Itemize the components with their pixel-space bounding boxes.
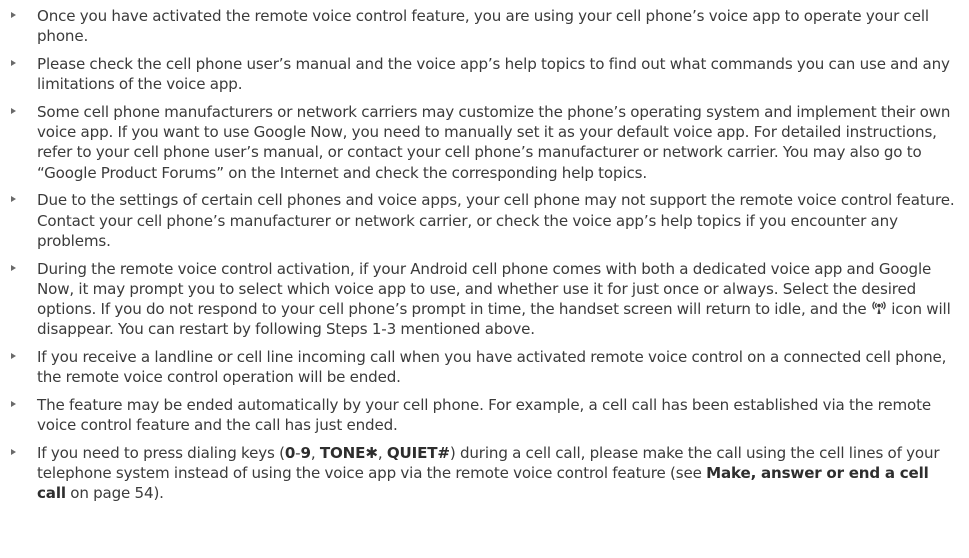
key-digits-end: 9 (300, 444, 311, 463)
remote-voice-control-icon (871, 300, 887, 315)
bullet-arrow-icon (11, 12, 16, 18)
separator: , (377, 444, 387, 463)
bullet-arrow-icon (11, 449, 16, 456)
tone-key-label: TONE (319, 444, 366, 463)
bullet-arrow-icon (11, 108, 16, 114)
list-item: Please check the cell phone user’s manua… (0, 54, 969, 94)
separator: , (310, 444, 320, 463)
note-text: Please check the cell phone user’s manua… (37, 55, 950, 94)
bullet-arrow-icon (11, 60, 16, 66)
note-text: Due to the settings of certain cell phon… (37, 191, 955, 250)
list-item: Some cell phone manufacturers or network… (0, 102, 969, 183)
list-item: If you need to press dialing keys (0-9, … (0, 443, 969, 504)
bullet-arrow-icon (11, 196, 16, 203)
bullet-arrow-icon (11, 401, 16, 408)
quiet-key-label: QUIET# (386, 444, 450, 463)
note-text: Some cell phone manufacturers or network… (37, 103, 951, 182)
list-item: If you receive a landline or cell line i… (0, 347, 969, 387)
note-text: If you need to press dialing keys ( (37, 444, 285, 463)
bullet-arrow-icon (11, 353, 16, 360)
note-text: During the remote voice control activati… (37, 259, 932, 319)
bullet-arrow-icon (11, 264, 16, 271)
key-digits-start: 0 (284, 444, 296, 463)
list-item: Due to the settings of certain cell phon… (0, 190, 969, 251)
notes-list: Once you have activated the remote voice… (0, 6, 969, 504)
note-text: If you receive a landline or cell line i… (37, 348, 947, 387)
list-item: During the remote voice control activati… (0, 259, 969, 340)
list-item: Once you have activated the remote voice… (0, 6, 969, 46)
tone-star-icon: ✱ (365, 444, 378, 463)
note-text: The feature may be ended automatically b… (37, 396, 932, 435)
list-item: The feature may be ended automatically b… (0, 395, 969, 435)
note-text-end: on page 54). (65, 484, 164, 503)
note-text: Once you have activated the remote voice… (37, 7, 929, 46)
document-body: Once you have activated the remote voice… (0, 6, 969, 511)
